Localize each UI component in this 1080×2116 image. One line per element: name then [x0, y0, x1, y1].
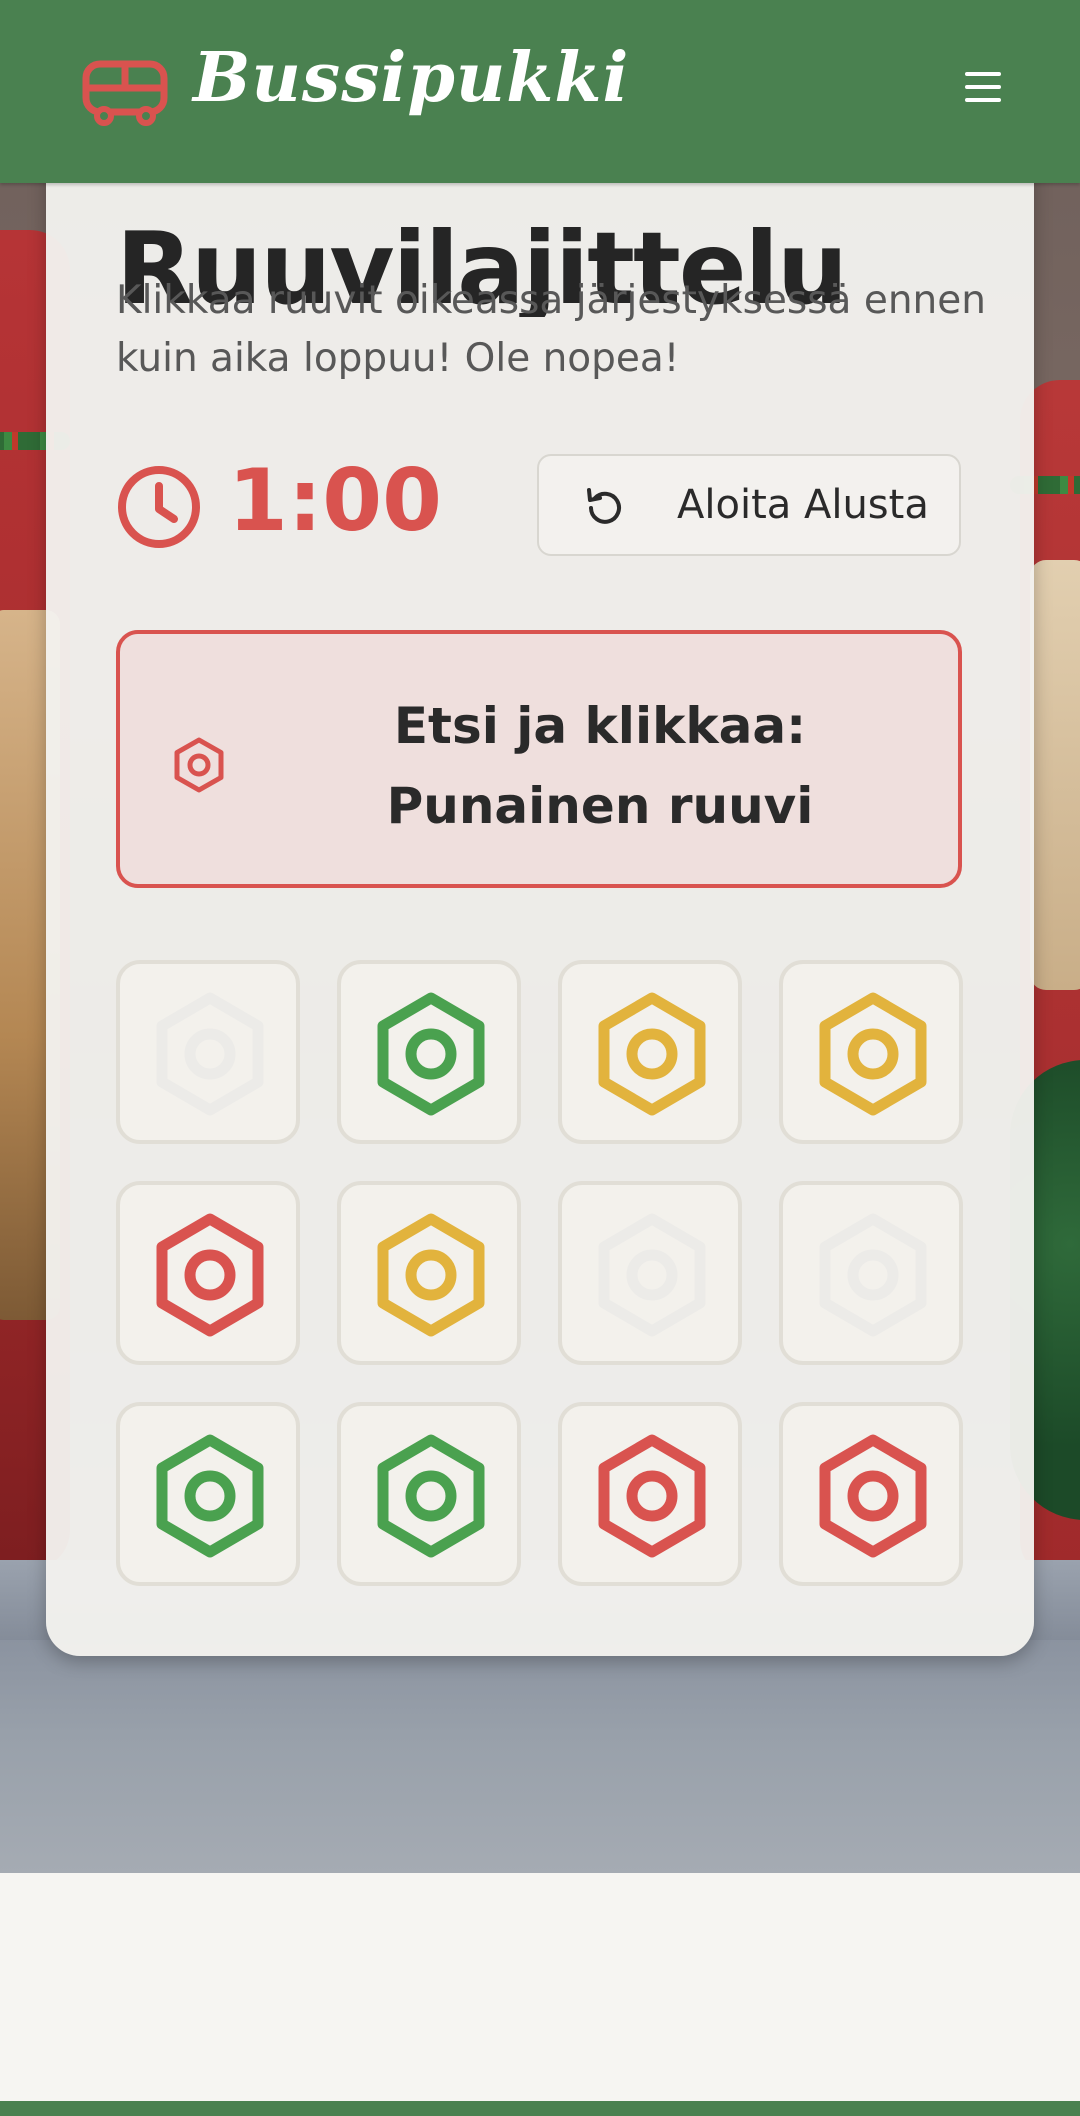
- restart-label: Aloita Alusta: [677, 482, 929, 528]
- game-instructions: Klikkaa ruuvit oikeassa järjestyksessä e…: [116, 278, 986, 381]
- screw-tile-red[interactable]: [116, 1181, 300, 1365]
- hamburger-menu-icon[interactable]: [960, 72, 1006, 112]
- hex-nut-icon: [377, 992, 485, 1116]
- rotate-ccw-icon: [587, 488, 621, 524]
- hex-nut-icon: [156, 992, 264, 1116]
- game-card: Ruuvilajittelu Klikkaa ruuvit oikeassa j…: [46, 150, 1034, 1656]
- timer-display: 1:00: [228, 451, 442, 551]
- hex-nut-icon: [598, 1434, 706, 1558]
- restart-button[interactable]: Aloita Alusta: [537, 454, 961, 556]
- hex-nut-icon: [819, 1213, 927, 1337]
- screw-tile-faded[interactable]: [779, 1181, 963, 1365]
- hex-nut-icon: [819, 1434, 927, 1558]
- site-header: Bussipukki: [0, 0, 1080, 183]
- screw-tile-faded[interactable]: [558, 1181, 742, 1365]
- screw-tile-yellow[interactable]: [558, 960, 742, 1144]
- screw-tile-red[interactable]: [558, 1402, 742, 1586]
- hex-nut-icon: [377, 1213, 485, 1337]
- hex-nut-icon: [156, 1434, 264, 1558]
- screw-tile-green[interactable]: [337, 960, 521, 1144]
- screw-tile-yellow[interactable]: [337, 1181, 521, 1365]
- screw-tile-red[interactable]: [779, 1402, 963, 1586]
- hex-nut-icon: [377, 1434, 485, 1558]
- brand-name[interactable]: Bussipukki: [193, 44, 629, 112]
- target-instruction: Etsi ja klikkaa: Punainen ruuvi: [386, 697, 814, 835]
- screw-tile-faded[interactable]: [116, 960, 300, 1144]
- hex-nut-icon: [174, 737, 224, 793]
- bus-window-right: [1030, 560, 1080, 990]
- bus-icon[interactable]: [82, 60, 168, 126]
- hex-nut-icon: [819, 992, 927, 1116]
- screw-tile-yellow[interactable]: [779, 960, 963, 1144]
- target-prompt: Etsi ja klikkaa: Punainen ruuvi: [116, 630, 962, 888]
- hex-nut-icon: [156, 1213, 264, 1337]
- hex-nut-icon: [598, 992, 706, 1116]
- screw-grid: [116, 960, 964, 1590]
- clock-icon: [118, 466, 200, 548]
- screw-tile-green[interactable]: [116, 1402, 300, 1586]
- street: [0, 1640, 1080, 1873]
- footer-bar: [0, 2101, 1080, 2116]
- screw-tile-green[interactable]: [337, 1402, 521, 1586]
- hex-nut-icon: [598, 1213, 706, 1337]
